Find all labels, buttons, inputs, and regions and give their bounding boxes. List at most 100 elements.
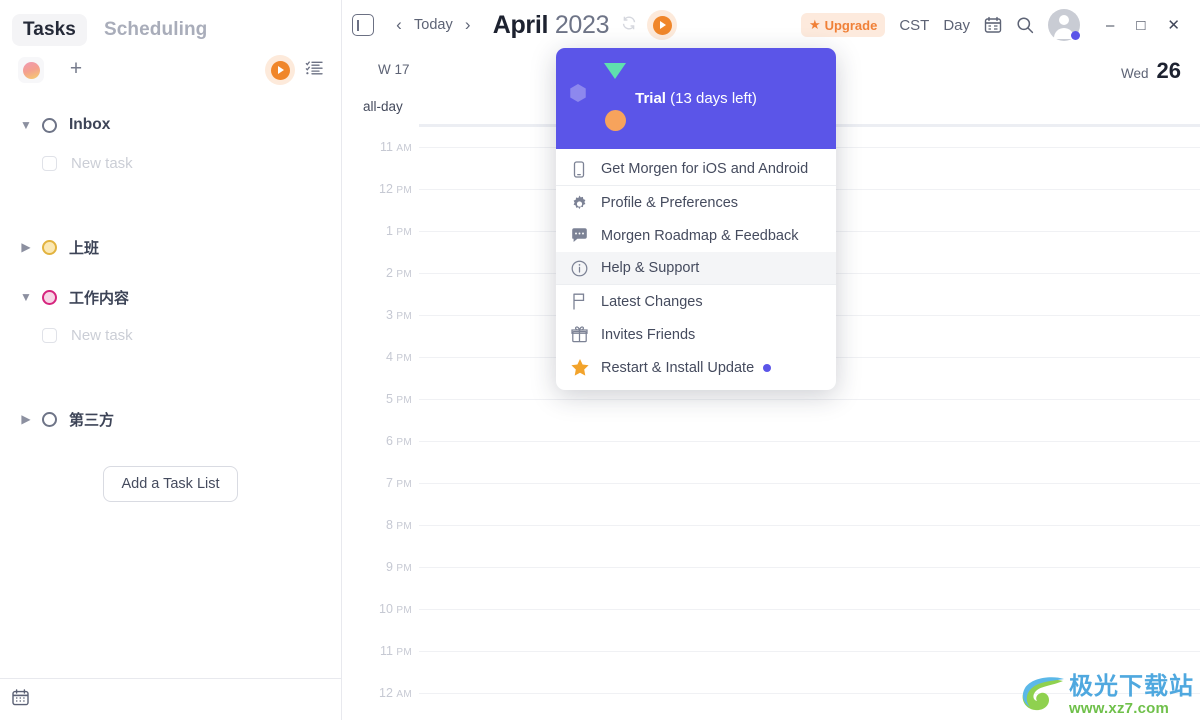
- tab-tasks[interactable]: Tasks: [12, 14, 87, 46]
- timezone-button[interactable]: CST: [899, 17, 929, 34]
- menu-item-latest-changes[interactable]: Latest Changes: [556, 285, 836, 318]
- hour-gridline: [419, 651, 1200, 652]
- start-timer-button[interactable]: [265, 55, 295, 85]
- sidebar-action-bar: +: [0, 50, 341, 90]
- star-icon: ★: [808, 17, 821, 32]
- new-task-row[interactable]: New task: [0, 316, 341, 354]
- task-color-swatch[interactable]: [18, 57, 44, 83]
- day-header[interactable]: Wed 26: [1121, 58, 1181, 84]
- chevron-right-icon[interactable]: ▶: [18, 412, 34, 426]
- task-list-inbox[interactable]: ▼ Inbox: [0, 106, 341, 144]
- info-icon: [571, 260, 601, 277]
- hour-label: 2 PM: [385, 266, 412, 280]
- start-timer-button[interactable]: [647, 10, 678, 40]
- flag-icon: [571, 293, 601, 310]
- new-task-row[interactable]: New task: [0, 144, 341, 182]
- trial-banner[interactable]: Trial (13 days left): [556, 48, 836, 149]
- chevron-right-icon[interactable]: ▶: [18, 240, 34, 254]
- trial-status-text: Trial (13 days left): [635, 90, 757, 107]
- hour-label: 11 PM: [379, 644, 412, 658]
- menu-item-restart-install-update[interactable]: Restart & Install Update: [556, 351, 836, 384]
- app-window: Tasks Scheduling + ▼ Inbox New task ▶ 上班…: [0, 0, 1200, 720]
- hour-gridline: [419, 441, 1200, 442]
- task-list-container: ▼ Inbox New task ▶ 上班 ▼ 工作内容 New task ▶ …: [0, 90, 341, 502]
- hour-label: 5 PM: [385, 392, 412, 406]
- menu-item-get-morgen-for-ios-and-android[interactable]: Get Morgen for iOS and Android: [556, 153, 836, 186]
- chat-icon: [571, 227, 601, 244]
- sync-icon[interactable]: [621, 15, 637, 35]
- hour-label: 3 PM: [385, 308, 412, 322]
- site-watermark: 极光下载站 www.xz7.com: [1019, 674, 1194, 716]
- menu-item-help-support[interactable]: Help & Support: [556, 252, 836, 285]
- hexagon-decoration-icon: [570, 84, 586, 102]
- menu-item-morgen-roadmap-feedback[interactable]: Morgen Roadmap & Feedback: [556, 219, 836, 252]
- gift-icon: [571, 326, 601, 343]
- watermark-url: www.xz7.com: [1069, 700, 1170, 717]
- triangle-decoration-icon: [604, 63, 626, 79]
- hour-label: 10 PM: [379, 602, 412, 616]
- task-list-gongzuoneirong[interactable]: ▼ 工作内容: [0, 278, 341, 316]
- watermark-name: 极光下载站: [1069, 672, 1194, 700]
- checkbox-icon[interactable]: [42, 155, 57, 171]
- search-icon[interactable]: [1016, 16, 1034, 34]
- menu-item-label: Profile & Preferences: [601, 194, 739, 211]
- account-dropdown-menu: Trial (13 days left) Get Morgen for iOS …: [556, 48, 836, 390]
- year-label: 2023: [554, 10, 610, 39]
- today-button[interactable]: Today: [410, 17, 457, 33]
- play-icon: [270, 60, 290, 80]
- menu-item-label: Help & Support: [601, 260, 700, 276]
- add-task-button[interactable]: +: [64, 58, 88, 82]
- toolbar-right-group: ★ Upgrade CST Day – □ ✕: [800, 9, 1192, 41]
- task-list-shangban[interactable]: ▶ 上班: [0, 228, 341, 266]
- tasks-sidebar: Tasks Scheduling + ▼ Inbox New task ▶ 上班…: [0, 0, 342, 720]
- prev-day-button[interactable]: ‹: [388, 15, 410, 35]
- tab-scheduling[interactable]: Scheduling: [93, 14, 218, 46]
- sidebar-toggle-icon[interactable]: [352, 14, 374, 36]
- next-day-button[interactable]: ›: [457, 15, 479, 35]
- menu-item-invites-friends[interactable]: Invites Friends: [556, 318, 836, 351]
- calendar-icon[interactable]: [984, 16, 1002, 34]
- upgrade-button[interactable]: ★ Upgrade: [800, 13, 886, 37]
- menu-item-profile-preferences[interactable]: Profile & Preferences: [556, 186, 836, 219]
- page-title: April 2023: [493, 11, 610, 40]
- sidebar-right-icons: [265, 55, 323, 85]
- hour-gridline: [419, 567, 1200, 568]
- chevron-down-icon[interactable]: ▼: [18, 290, 34, 304]
- upgrade-label: Upgrade: [824, 17, 878, 33]
- avatar[interactable]: [1048, 9, 1081, 41]
- month-label: April: [492, 10, 549, 39]
- calendar-toolbar: ‹ Today › April 2023 ★ Upgrade CST Day –…: [342, 0, 1200, 50]
- close-button[interactable]: ✕: [1167, 16, 1180, 34]
- status-badge: [1071, 31, 1081, 40]
- view-selector[interactable]: Day: [943, 17, 970, 34]
- menu-item-label: Latest Changes: [601, 293, 703, 310]
- menu-item-label: Invites Friends: [601, 326, 696, 343]
- task-list-disanfang[interactable]: ▶ 第三方: [0, 400, 341, 438]
- hour-label: 1 PM: [385, 224, 412, 238]
- chevron-down-icon[interactable]: ▼: [18, 118, 34, 132]
- maximize-button[interactable]: □: [1136, 17, 1145, 34]
- sidebar-tab-bar: Tasks Scheduling: [0, 0, 341, 50]
- task-list-label: 工作内容: [69, 288, 130, 307]
- all-day-label: all-day: [363, 99, 403, 114]
- hour-label: 4 PM: [385, 350, 412, 364]
- add-task-list-button[interactable]: Add a Task List: [103, 466, 238, 502]
- task-list-label: 上班: [69, 238, 100, 257]
- minimize-button[interactable]: –: [1106, 17, 1114, 34]
- new-task-placeholder: New task: [71, 154, 133, 172]
- circle-decoration-icon: [605, 110, 626, 131]
- menu-item-label: Restart & Install Update: [601, 359, 755, 376]
- checklist-icon[interactable]: [305, 60, 323, 81]
- star-icon: [571, 359, 601, 376]
- window-controls: – □ ✕: [1106, 16, 1186, 35]
- list-circle-icon: [42, 289, 57, 305]
- menu-item-list: Get Morgen for iOS and Android Profile & …: [556, 153, 836, 384]
- checkbox-icon[interactable]: [42, 327, 57, 343]
- task-list-label: Inbox: [69, 116, 111, 133]
- hour-label: 6 PM: [385, 434, 412, 448]
- hour-label: 8 PM: [385, 518, 412, 532]
- calendar-icon[interactable]: [12, 688, 29, 711]
- list-circle-icon: [42, 411, 57, 427]
